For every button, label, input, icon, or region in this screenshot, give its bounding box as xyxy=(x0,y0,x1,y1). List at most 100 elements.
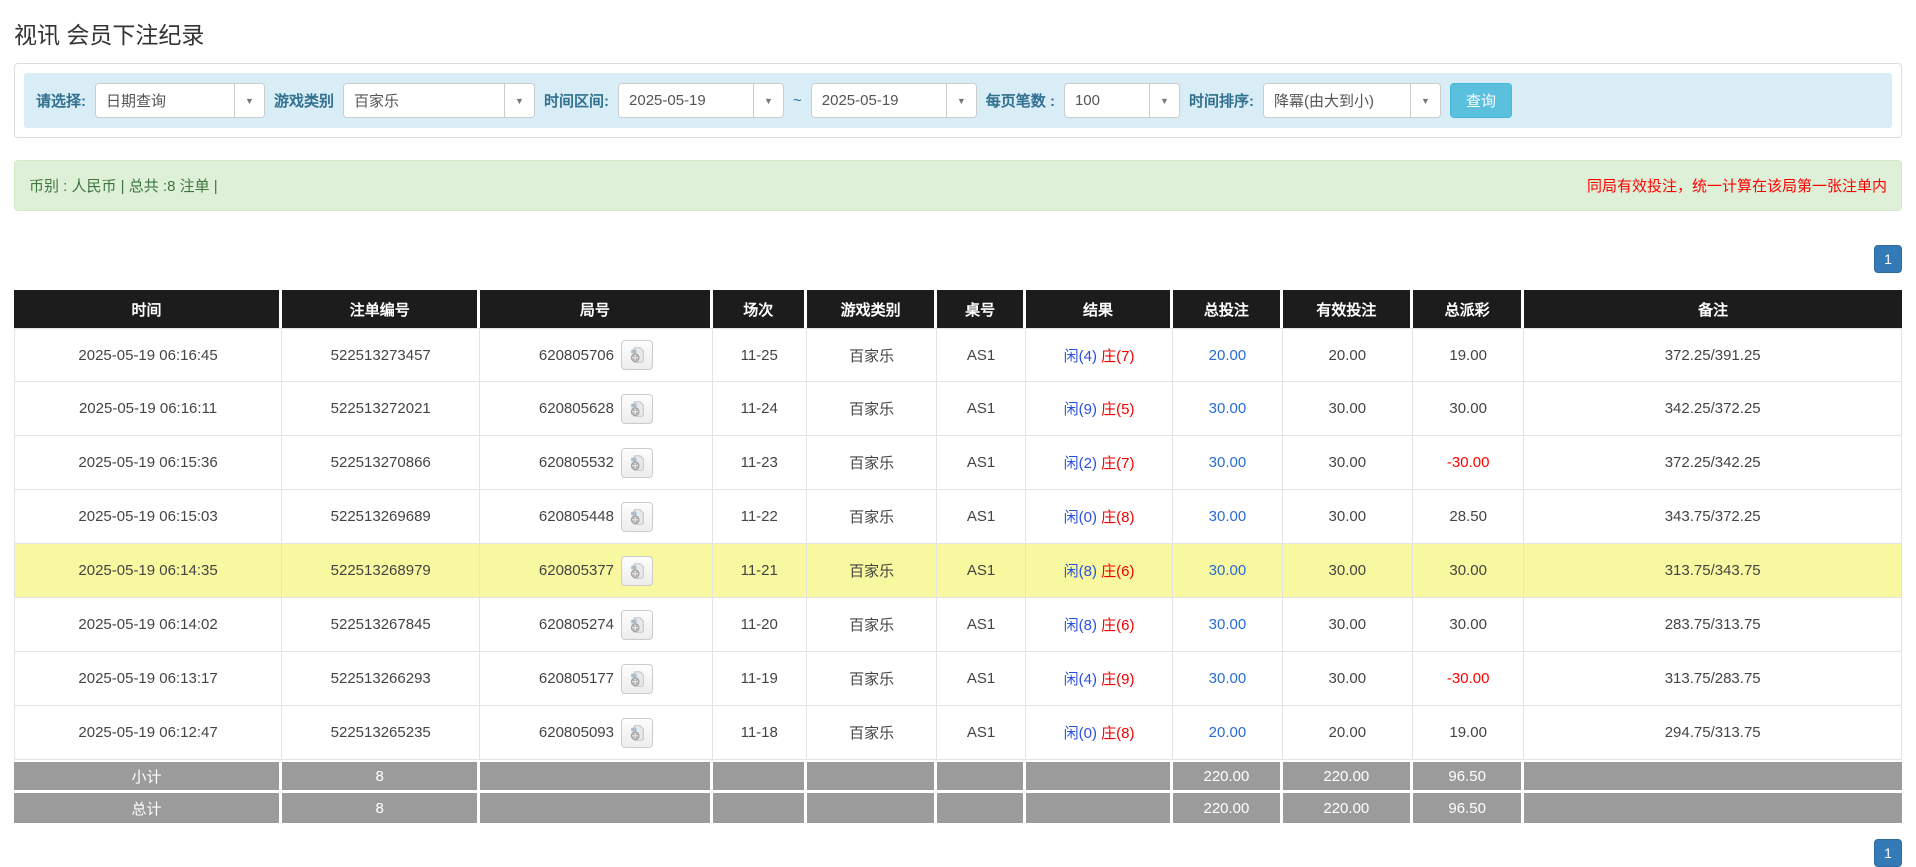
table-row: 2025-05-19 06:15:36 522513270866 6208055… xyxy=(14,436,1902,490)
header-remark: 备注 xyxy=(1524,290,1902,328)
header-payout: 总派彩 xyxy=(1412,290,1525,328)
subtotal-valid-bet: 220.00 xyxy=(1282,760,1413,793)
chevron-down-icon[interactable]: ▼ xyxy=(753,84,784,117)
table-row: 2025-05-19 06:15:03 522513269689 6208054… xyxy=(14,490,1902,544)
pagination-bottom: 1 xyxy=(14,839,1902,867)
game-type-select[interactable]: 百家乐 ▼ xyxy=(343,83,536,118)
cell-bet-id: 522513265235 xyxy=(282,706,481,760)
chevron-down-icon[interactable]: ▼ xyxy=(945,84,976,117)
round-id-text: 620805274 xyxy=(538,616,614,633)
cell-session: 11-18 xyxy=(712,706,807,760)
summary-bar: 币别 : 人民币 | 总共 :8 注单 | 同局有效投注，统一计算在该局第一张注… xyxy=(14,160,1902,211)
total-bet-link[interactable]: 30.00 xyxy=(1209,400,1247,417)
game-type-value: 百家乐 xyxy=(354,93,400,110)
cell-game-type: 百家乐 xyxy=(806,598,938,652)
video-replay-button[interactable] xyxy=(620,663,653,694)
cell-time: 2025-05-19 06:16:11 xyxy=(14,382,283,436)
total-bet-link[interactable]: 30.00 xyxy=(1209,508,1247,525)
time-range-label: 时间区间: xyxy=(544,93,610,110)
header-table-no: 桌号 xyxy=(937,290,1026,328)
result-banker: 庄(5) xyxy=(1101,401,1135,418)
cell-total-bet: 30.00 xyxy=(1173,436,1283,490)
result-banker: 庄(9) xyxy=(1101,671,1135,688)
sort-order-select[interactable]: 降冪(由大到小) ▼ xyxy=(1262,83,1441,118)
header-session: 场次 xyxy=(712,290,807,328)
cell-payout: -30.00 xyxy=(1412,652,1525,706)
video-replay-button[interactable] xyxy=(620,447,653,478)
video-replay-button[interactable] xyxy=(620,340,653,370)
cell-bet-id: 522513269689 xyxy=(282,490,481,544)
cell-game-type: 百家乐 xyxy=(806,382,938,436)
date-from-value: 2025-05-19 xyxy=(629,92,706,109)
cell-table-no: AS1 xyxy=(937,652,1026,706)
cell-result: 闲(8) 庄(6) xyxy=(1025,544,1174,598)
cell-table-no: AS1 xyxy=(937,436,1026,490)
video-replay-button[interactable] xyxy=(620,609,653,640)
cell-valid-bet: 30.00 xyxy=(1282,436,1413,490)
video-icon xyxy=(630,508,644,525)
total-count: 8 xyxy=(282,793,481,826)
chevron-down-icon[interactable]: ▼ xyxy=(234,84,264,117)
date-from-picker[interactable]: 2025-05-19 ▼ xyxy=(618,83,785,118)
chevron-down-icon[interactable]: ▼ xyxy=(1409,84,1440,117)
page-1-button[interactable]: 1 xyxy=(1874,245,1902,273)
query-mode-select[interactable]: 日期查询 ▼ xyxy=(95,83,265,118)
result-banker: 庄(6) xyxy=(1101,617,1135,634)
result-player: 闲(0) xyxy=(1063,509,1097,526)
total-bet-link[interactable]: 30.00 xyxy=(1209,454,1247,471)
cell-game-type: 百家乐 xyxy=(806,490,938,544)
page-1-button[interactable]: 1 xyxy=(1874,839,1902,867)
video-replay-button[interactable] xyxy=(620,393,653,424)
total-bet-link[interactable]: 30.00 xyxy=(1209,670,1247,687)
cell-round-id: 620805628 xyxy=(480,382,713,436)
video-icon xyxy=(630,454,644,471)
result-player: 闲(0) xyxy=(1063,725,1097,742)
round-id-text: 620805706 xyxy=(538,346,614,364)
chevron-down-icon[interactable]: ▼ xyxy=(1148,84,1179,117)
table-row: 2025-05-19 06:14:35 522513268979 6208053… xyxy=(14,544,1902,598)
video-icon xyxy=(630,400,644,417)
total-bet-link[interactable]: 20.00 xyxy=(1209,724,1247,741)
table-body: 2025-05-19 06:16:45 522513273457 6208057… xyxy=(14,328,1902,760)
total-bet-link[interactable]: 20.00 xyxy=(1209,347,1247,364)
date-to-picker[interactable]: 2025-05-19 ▼ xyxy=(810,83,977,118)
video-replay-button[interactable] xyxy=(620,717,653,748)
cell-game-type: 百家乐 xyxy=(806,544,938,598)
header-time: 时间 xyxy=(14,290,283,328)
video-replay-button[interactable] xyxy=(620,555,653,586)
cell-round-id: 620805274 xyxy=(480,598,713,652)
search-button[interactable]: 查询 xyxy=(1449,83,1512,118)
cell-round-id: 620805448 xyxy=(480,490,713,544)
cell-bet-id: 522513273457 xyxy=(282,328,481,382)
chevron-down-icon[interactable]: ▼ xyxy=(504,84,535,117)
result-player: 闲(2) xyxy=(1063,455,1097,472)
table-row: 2025-05-19 06:13:17 522513266293 6208051… xyxy=(14,652,1902,706)
cell-table-no: AS1 xyxy=(937,598,1026,652)
cell-payout: 19.00 xyxy=(1412,706,1525,760)
page-size-value: 100 xyxy=(1074,92,1100,109)
table-row: 2025-05-19 06:16:11 522513272021 6208056… xyxy=(14,382,1902,436)
cell-game-type: 百家乐 xyxy=(806,652,938,706)
cell-valid-bet: 20.00 xyxy=(1282,706,1413,760)
round-id-text: 620805177 xyxy=(538,670,614,687)
cell-session: 11-22 xyxy=(712,490,807,544)
total-bet-link[interactable]: 30.00 xyxy=(1209,562,1247,579)
total-bet-link[interactable]: 30.00 xyxy=(1209,616,1247,633)
cell-valid-bet: 30.00 xyxy=(1282,382,1413,436)
cell-time: 2025-05-19 06:14:02 xyxy=(14,598,283,652)
cell-result: 闲(2) 庄(7) xyxy=(1025,436,1174,490)
cell-payout: 30.00 xyxy=(1412,382,1525,436)
cell-payout: 30.00 xyxy=(1412,544,1525,598)
mode-label: 请选择: xyxy=(36,93,86,110)
cell-total-bet: 20.00 xyxy=(1173,328,1283,382)
cell-total-bet: 30.00 xyxy=(1173,382,1283,436)
date-to-value: 2025-05-19 xyxy=(821,92,899,109)
cell-session: 11-20 xyxy=(712,598,807,652)
page-size-select[interactable]: 100 ▼ xyxy=(1063,83,1180,118)
cell-table-no: AS1 xyxy=(937,544,1026,598)
betting-records-table: 时间 注单编号 局号 场次 游戏类别 桌号 结果 总投注 有效投注 总派彩 备注… xyxy=(14,290,1902,826)
result-player: 闲(9) xyxy=(1063,401,1097,418)
video-replay-button[interactable] xyxy=(620,501,653,532)
total-row: 总计 8 220.00 220.00 96.50 xyxy=(14,793,1902,826)
cell-time: 2025-05-19 06:13:17 xyxy=(14,652,283,706)
